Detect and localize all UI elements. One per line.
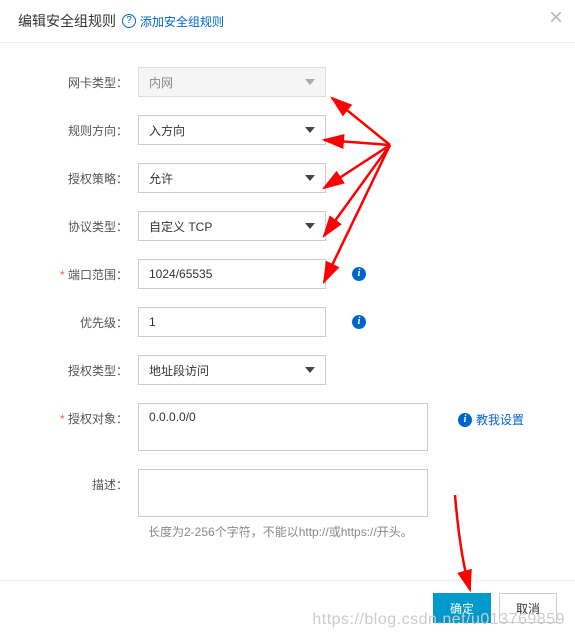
row-priority: 优先级： i: [18, 307, 557, 337]
label-auth-type: 授权类型：: [18, 355, 138, 379]
textarea-auth-object[interactable]: 0.0.0.0/0: [138, 403, 428, 451]
row-protocol: 协议类型： 自定义 TCP: [18, 211, 557, 241]
select-auth-type-value: 地址段访问: [149, 362, 209, 379]
help-link[interactable]: 添加安全组规则: [140, 13, 224, 30]
label-priority: 优先级：: [18, 307, 138, 331]
select-nic-type: 内网: [138, 67, 326, 97]
select-direction-value: 入方向: [149, 122, 185, 139]
info-icon[interactable]: i: [352, 267, 366, 281]
cancel-button[interactable]: 取消: [499, 593, 557, 623]
row-description: 描述：: [18, 469, 557, 517]
info-icon: i: [458, 413, 472, 427]
hint-description: 长度为2-256个字符，不能以http://或https://开头。: [138, 523, 557, 540]
help-icon: ?: [122, 14, 136, 28]
select-auth-type[interactable]: 地址段访问: [138, 355, 326, 385]
form: 网卡类型： 内网 规则方向： 入方向 授权策略： 允许: [0, 43, 575, 550]
caret-icon: [305, 79, 315, 85]
label-nic-type: 网卡类型：: [18, 67, 138, 91]
select-policy-value: 允许: [149, 170, 173, 187]
teach-link-text: 教我设置: [476, 411, 524, 428]
dialog: 编辑安全组规则 ? 添加安全组规则 × 网卡类型： 内网 规则方向： 入方向: [0, 0, 575, 550]
label-description: 描述：: [18, 469, 138, 493]
caret-icon: [305, 127, 315, 133]
caret-icon: [305, 175, 315, 181]
textarea-description[interactable]: [138, 469, 428, 517]
confirm-button[interactable]: 确定: [433, 593, 491, 623]
input-priority-wrap: [138, 307, 326, 337]
dialog-footer: 确定 取消: [0, 580, 575, 635]
row-port-range: 端口范围： i: [18, 259, 557, 289]
dialog-title: 编辑安全组规则: [18, 11, 116, 31]
input-port-range[interactable]: [149, 267, 301, 281]
label-policy: 授权策略：: [18, 163, 138, 187]
caret-icon: [305, 367, 315, 373]
close-icon[interactable]: ×: [549, 6, 563, 30]
select-policy[interactable]: 允许: [138, 163, 326, 193]
select-nic-type-value: 内网: [149, 74, 173, 91]
select-protocol-value: 自定义 TCP: [149, 218, 212, 235]
label-protocol: 协议类型：: [18, 211, 138, 235]
row-nic-type: 网卡类型： 内网: [18, 67, 557, 97]
label-port-range: 端口范围：: [18, 259, 138, 283]
input-port-range-wrap: [138, 259, 326, 289]
info-icon[interactable]: i: [352, 315, 366, 329]
label-auth-object: 授权对象：: [18, 403, 138, 427]
caret-icon: [305, 223, 315, 229]
row-auth-type: 授权类型： 地址段访问: [18, 355, 557, 385]
input-priority[interactable]: [149, 315, 301, 329]
row-auth-object: 授权对象： 0.0.0.0/0 i 教我设置: [18, 403, 557, 451]
select-direction[interactable]: 入方向: [138, 115, 326, 145]
row-direction: 规则方向： 入方向: [18, 115, 557, 145]
select-protocol[interactable]: 自定义 TCP: [138, 211, 326, 241]
row-policy: 授权策略： 允许: [18, 163, 557, 193]
label-direction: 规则方向：: [18, 115, 138, 139]
dialog-header: 编辑安全组规则 ? 添加安全组规则 ×: [0, 0, 575, 43]
teach-link[interactable]: i 教我设置: [458, 411, 524, 428]
